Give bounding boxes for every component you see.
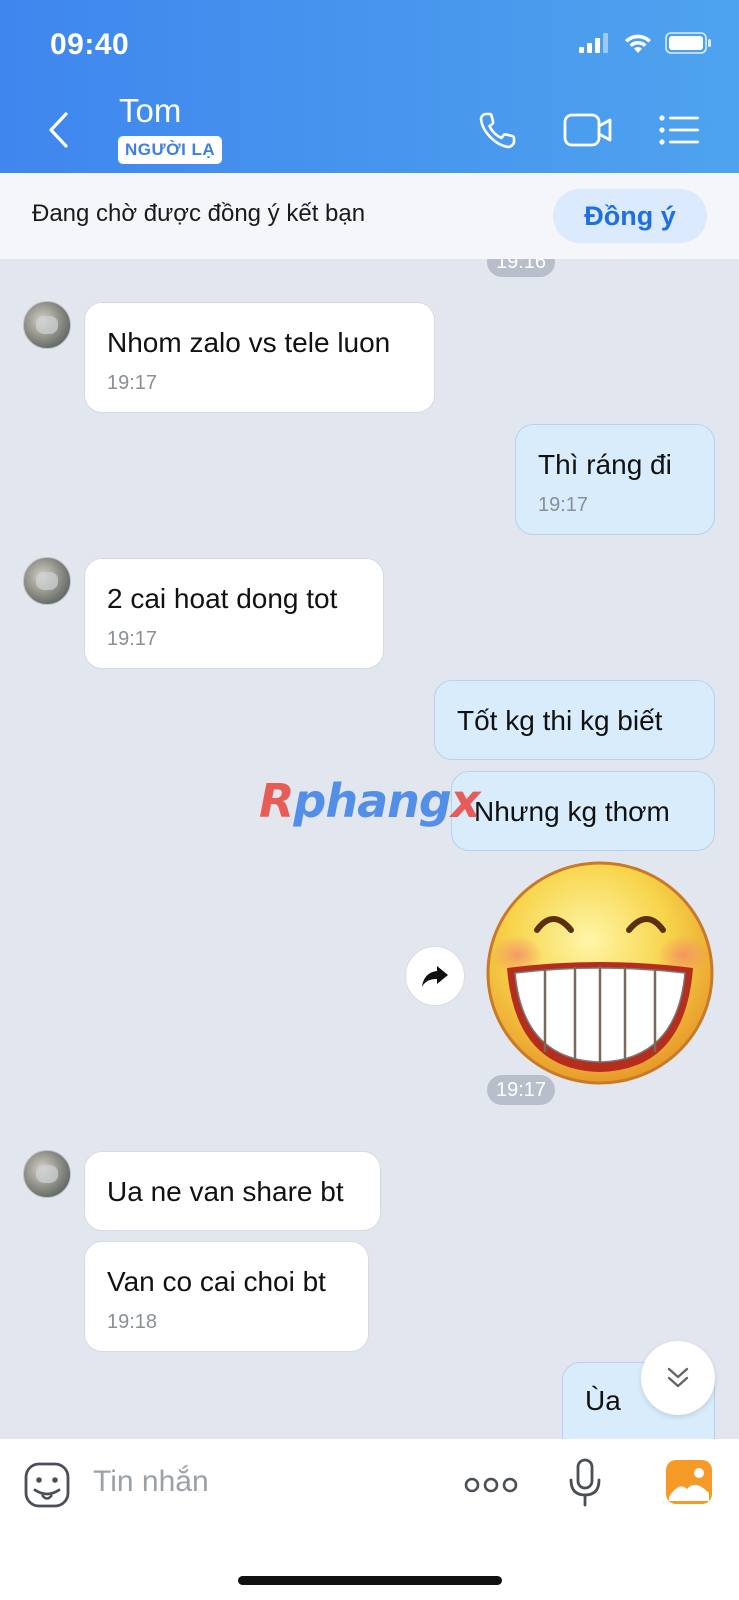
message-bubble-outgoing[interactable]: Tốt kg thi kg biết [434,680,715,760]
voice-record-button[interactable] [568,1458,602,1508]
message-text: Ùa [585,1385,621,1416]
image-gallery-icon [666,1460,712,1504]
back-button[interactable] [38,108,78,152]
double-chevron-down-icon [667,1367,689,1388]
time-separator: 19:17 [487,1075,556,1105]
phone-icon [479,112,516,149]
message-text: Nhưng kg thơm [474,796,670,827]
home-indicator [238,1576,502,1585]
message-text: Nhom zalo vs tele luon [107,327,391,358]
message-text: Ua ne van share bt [107,1176,344,1207]
message-text: 2 cai hoat dong tot [107,583,338,614]
message-input-bar: Tin nhắn [0,1439,739,1600]
forward-button[interactable] [405,946,465,1006]
message-time: 19:17 [107,372,158,394]
message-bubble-incoming[interactable]: Nhom zalo vs tele luon 19:17 [84,302,435,413]
photo-gallery-button[interactable] [665,1459,713,1505]
accept-friend-button[interactable]: Đồng ý [553,189,707,243]
message-time: 19:18 [107,1311,158,1333]
avatar[interactable] [23,301,71,349]
message-time: 19:17 [107,628,158,650]
video-call-icon [563,113,612,147]
microphone-icon [569,1458,601,1507]
pending-request-text: Đang chờ được đồng ý kết bạn [32,200,366,227]
message-text: Van co cai choi bt [107,1266,326,1297]
video-call-button[interactable] [562,108,614,152]
avatar[interactable] [23,1150,71,1198]
sticker-emoji-icon [24,1462,70,1508]
message-bubble-incoming[interactable]: Van co cai choi bt 19:18 [84,1241,369,1352]
status-icons [579,30,711,60]
message-list[interactable]: 19:16 Nhom zalo vs tele luon 19:17 Thì r… [0,259,739,1439]
grinning-emoji-sticker[interactable] [485,860,715,1086]
contact-name[interactable]: Tom [119,92,181,130]
more-options-button[interactable] [464,1473,518,1497]
more-dots-icon [464,1477,518,1493]
message-bubble-incoming[interactable]: Ua ne van share bt [84,1151,381,1231]
message-time: 19:17 [538,494,589,516]
message-bubble-incoming[interactable]: 2 cai hoat dong tot 19:17 [84,558,384,669]
watermark-logo: Rphangx [259,774,480,828]
message-bubble-outgoing[interactable]: Nhưng kg thơm [451,771,715,851]
menu-list-icon [659,115,699,145]
share-arrow-icon [422,966,448,987]
wifi-icon [623,32,653,59]
status-time: 09:40 [50,28,130,61]
avatar[interactable] [23,557,71,605]
message-bubble-outgoing[interactable]: Thì ráng đi 19:17 [515,424,715,535]
message-text: Thì ráng đi [538,449,672,480]
back-chevron-icon [49,112,68,148]
menu-button[interactable] [657,108,701,152]
message-input[interactable]: Tin nhắn [93,1465,209,1499]
scroll-to-bottom-button[interactable] [641,1341,715,1415]
time-separator: 19:16 [487,259,556,277]
battery-icon [665,31,711,59]
grinning-face-icon [486,861,714,1085]
friend-request-pending-bar: Đang chờ được đồng ý kết bạn Đồng ý [0,173,739,259]
voice-call-button[interactable] [475,108,521,152]
emoji-button[interactable] [24,1462,70,1508]
cellular-signal-icon [579,32,611,58]
stranger-badge: NGƯỜI LẠ [118,136,223,164]
chat-header: 09:40 Tom NGƯỜI LẠ [0,0,739,173]
message-text: Tốt kg thi kg biết [457,705,663,736]
